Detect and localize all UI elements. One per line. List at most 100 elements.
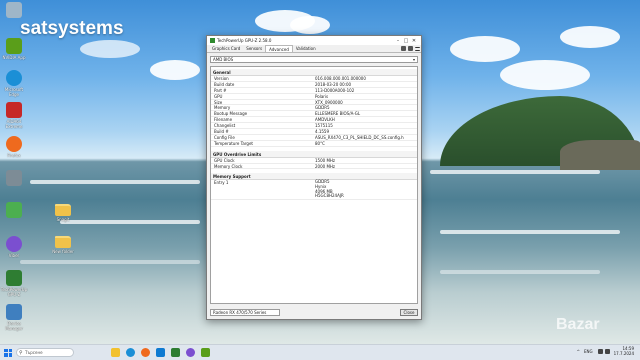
refresh-icon[interactable]: [408, 46, 413, 51]
info-row-value: ASUS_RX470_C3_PL_SHIELD_DC_SS.config.h: [315, 134, 404, 140]
desktop-icon-device-manager[interactable]: Device Manager: [0, 304, 28, 331]
gpuz-icon: [6, 270, 22, 286]
speaker-icon[interactable]: [604, 348, 610, 354]
section-overdrive-rows: GPU Clock 1500 MHz Memory Clock 2000 MHz: [211, 158, 417, 170]
system-tray: ^ ENG 14:59 17.7.2024: [577, 346, 634, 356]
info-row-key: Filename: [214, 117, 233, 123]
info-row-value: 2000 MHz: [315, 163, 336, 169]
taskbar-apps: [108, 348, 213, 357]
info-row-key: Bootup Message: [214, 111, 248, 117]
desktop-icon-viber[interactable]: Viber: [0, 236, 28, 258]
info-row: Entry 1 GDDR5 Hynix 4096 MB H5GC8H24AJR: [211, 180, 417, 200]
section-general-title: General: [211, 69, 417, 76]
info-row-value: 2018-03-20 00:00: [315, 81, 352, 87]
info-row-value: 113-D000A000-102: [315, 87, 355, 93]
window-titlebar[interactable]: TechPowerUp GPU-Z 2.58.0 – □ ✕: [207, 36, 421, 45]
info-row-key: GPU Clock: [214, 157, 235, 163]
desktop-icon-firefox[interactable]: Firefox: [0, 136, 28, 158]
cloud: [450, 36, 520, 62]
tab-validation[interactable]: Validation: [293, 45, 319, 52]
info-row-value: 4.1559: [315, 129, 329, 135]
app-icon: [6, 202, 22, 218]
windows-logo-icon: [4, 348, 8, 352]
wave-foam: [440, 230, 620, 234]
taskbar: ⚲ Търсене ^ ENG 14:59 17.7.2024: [0, 344, 640, 360]
minimize-icon[interactable]: –: [394, 38, 402, 44]
desktop-icon-edge[interactable]: Microsoft Edge: [0, 70, 28, 97]
clock[interactable]: 14:59 17.7.2024: [614, 346, 634, 356]
desktop-folder-new[interactable]: New folder: [48, 236, 78, 254]
device-dropdown[interactable]: Radeon RX 470/570 Series: [210, 309, 280, 316]
info-row-value: Polaris: [315, 93, 329, 99]
info-row: Temperature Target 80°C: [211, 141, 417, 147]
chevron-up-icon[interactable]: ^: [577, 349, 580, 354]
close-icon[interactable]: ✕: [410, 38, 418, 44]
desktop-icon-app[interactable]: [0, 170, 28, 187]
details-panel: General Version 016.008.000.001.000000 Bui…: [210, 66, 418, 304]
recycle-bin-icon: [6, 2, 22, 18]
info-row-key: Temperature Target: [214, 140, 253, 146]
category-dropdown[interactable]: AMD BIOS ▾: [210, 56, 418, 63]
cloud: [560, 26, 620, 48]
info-row-value: 1575115: [315, 123, 333, 129]
info-row-key: Config File: [214, 134, 235, 140]
section-overdrive-title: GPU Overdrive Limits: [211, 150, 417, 158]
info-row-key: Memory: [214, 105, 231, 111]
file-explorer-icon[interactable]: [111, 348, 120, 357]
desktop-icon-nvidia[interactable]: NVIDIA App: [0, 38, 28, 60]
viber-icon[interactable]: [186, 348, 195, 357]
desktop-icon-recycle-bin[interactable]: [0, 2, 28, 19]
wave-foam: [430, 170, 600, 174]
coastal-rock: [560, 140, 640, 170]
wifi-icon[interactable]: [597, 348, 603, 354]
info-row-key: Build date: [214, 81, 235, 87]
edge-icon[interactable]: [126, 348, 135, 357]
info-row-value: 80°C: [315, 140, 325, 146]
tab-advanced[interactable]: Advanced: [265, 45, 293, 52]
app-icon: [6, 170, 22, 186]
desktop-icon-app-2[interactable]: [0, 202, 28, 219]
info-row-key: Changelist: [214, 123, 236, 129]
desktop-icon-aida64[interactable]: AIDA64 Extreme: [0, 102, 28, 129]
store-icon[interactable]: [156, 348, 165, 357]
window-title: TechPowerUp GPU-Z 2.58.0: [217, 38, 272, 43]
desktop-folder-snagit[interactable]: Snagit: [48, 204, 78, 222]
cloud: [150, 60, 200, 80]
chevron-down-icon: ▾: [412, 57, 415, 62]
taskbar-search[interactable]: ⚲ Търсене: [16, 348, 74, 357]
info-row-value: 016.008.000.001.000000: [315, 76, 366, 81]
info-row-key: GPU: [214, 93, 223, 99]
camera-icon[interactable]: [401, 46, 406, 51]
maximize-icon[interactable]: □: [402, 38, 410, 44]
search-placeholder: Търсене: [25, 350, 43, 355]
start-button[interactable]: [4, 348, 12, 357]
device-manager-icon: [6, 304, 22, 320]
language-indicator[interactable]: ENG: [584, 349, 593, 354]
tab-graphics-card[interactable]: Graphics Card: [209, 45, 243, 52]
folder-icon: [55, 236, 71, 248]
tab-bar: Graphics Card Sensors Advanced Validatio…: [207, 45, 421, 53]
nvidia-icon[interactable]: [201, 348, 210, 357]
nvidia-icon: [6, 38, 22, 54]
info-row-value: ELLESMERE BIOS/A-GL: [315, 111, 361, 117]
gpuz-icon[interactable]: [171, 348, 180, 357]
desktop-icon-gpuz[interactable]: TechPowerUp GPU-Z: [0, 270, 28, 297]
wave-foam: [30, 180, 200, 184]
search-icon: ⚲: [19, 350, 23, 356]
info-row-value: GDDR5: [315, 105, 330, 111]
close-button[interactable]: Close: [400, 309, 418, 316]
menu-icon[interactable]: [415, 47, 420, 51]
category-dropdown-value: AMD BIOS: [213, 57, 234, 62]
section-memory-title: Memory Support: [211, 173, 417, 181]
wave-foam: [440, 270, 600, 274]
info-row-key: Entry 1: [214, 180, 229, 186]
tab-sensors[interactable]: Sensors: [243, 45, 265, 52]
info-row-value: 1500 MHz: [315, 157, 336, 163]
firefox-icon[interactable]: [141, 348, 150, 357]
watermark: Bazar: [556, 316, 600, 333]
info-row-key: Version: [214, 76, 229, 81]
info-row-value: XTX_0900000: [315, 99, 343, 105]
cloud: [290, 16, 330, 34]
viber-icon: [6, 236, 22, 252]
section-general-rows: Version 016.008.000.001.000000 Build date 2…: [211, 76, 417, 147]
